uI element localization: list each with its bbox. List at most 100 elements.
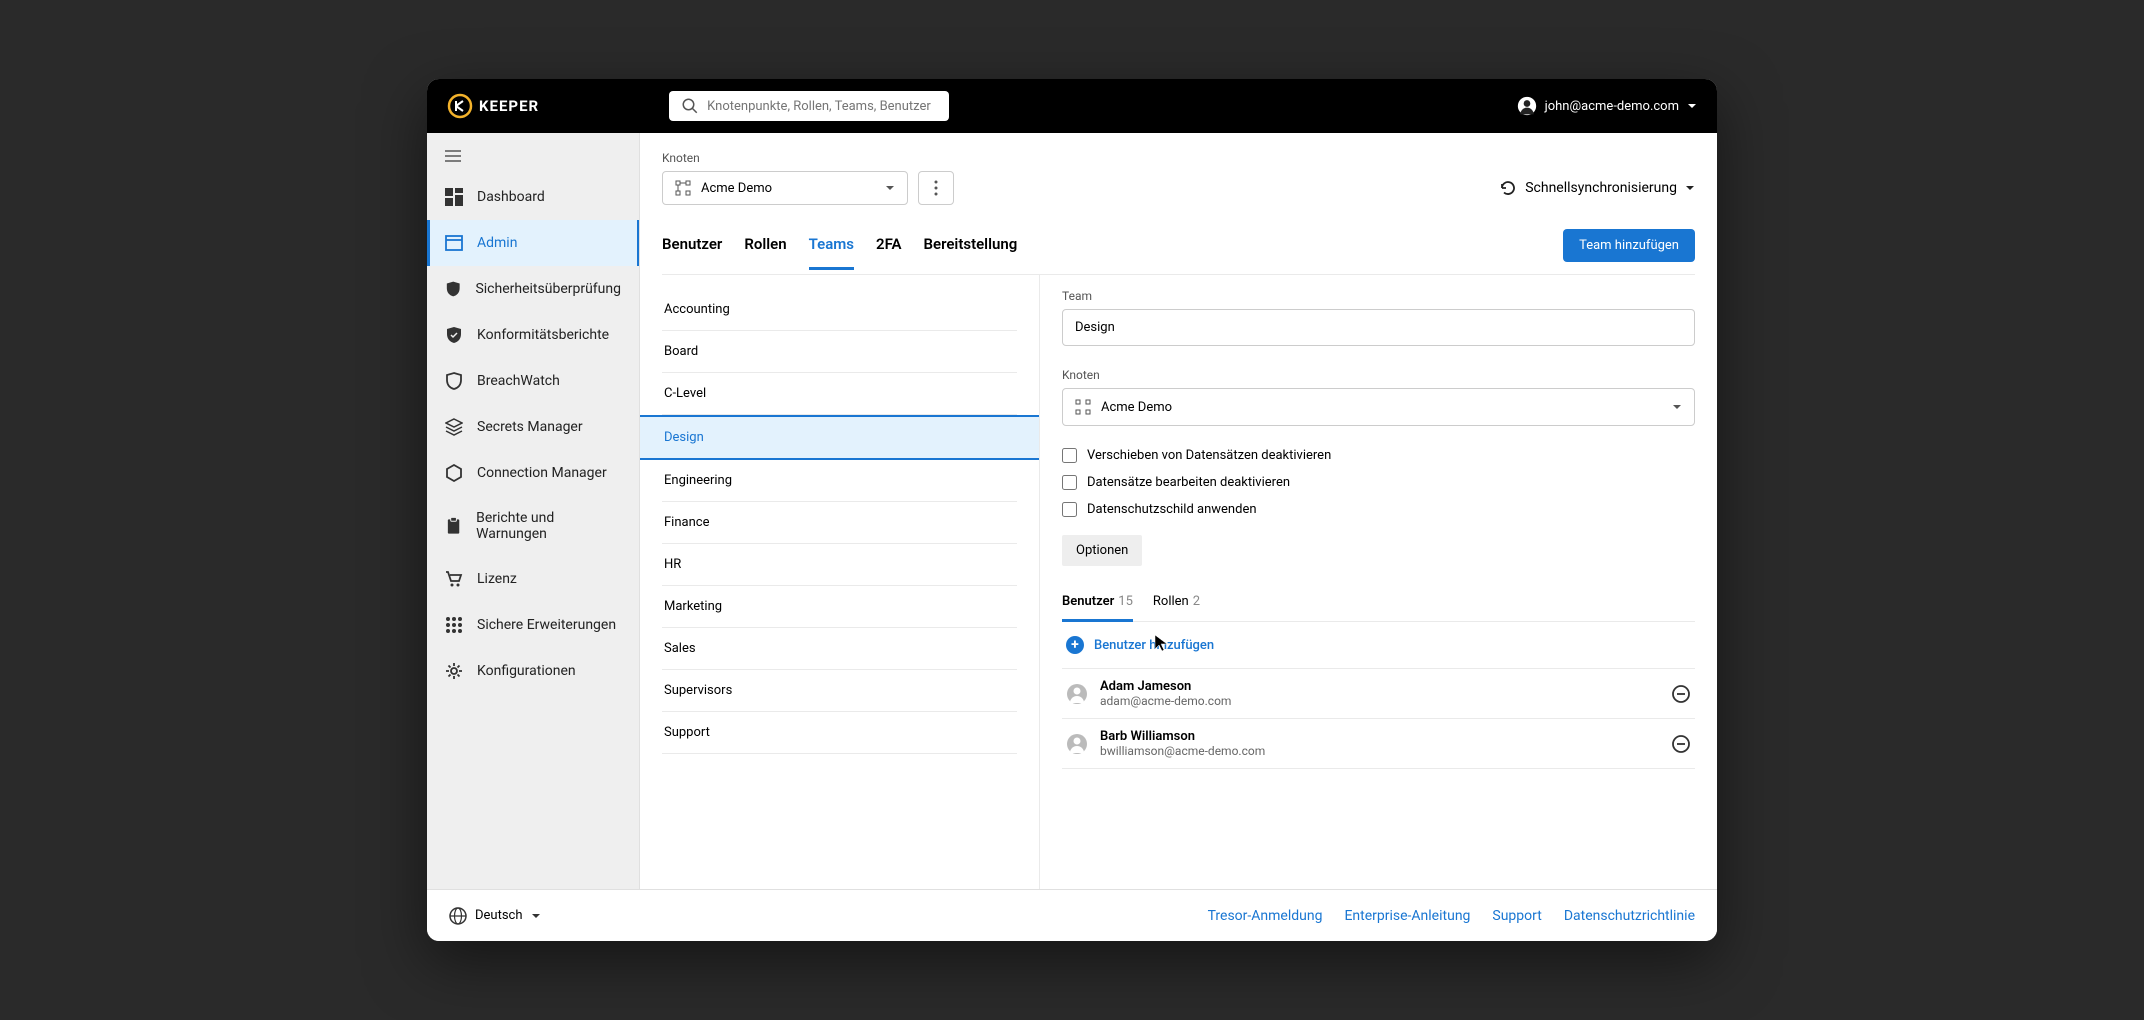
account-email: john@acme-demo.com	[1545, 99, 1679, 114]
remove-user-button[interactable]	[1671, 734, 1691, 754]
checkbox-privacy-shield[interactable]	[1062, 502, 1077, 517]
tab-2fa[interactable]: 2FA	[876, 235, 902, 269]
sidebar-item-label: Konfigurationen	[477, 663, 576, 679]
add-user-button[interactable]: + Benutzer hinzufügen	[1062, 622, 1695, 669]
hamburger-button[interactable]	[427, 133, 639, 174]
detail-node-value: Acme Demo	[1101, 400, 1172, 415]
team-item[interactable]: HR	[662, 544, 1017, 586]
checkbox-disable-edit[interactable]	[1062, 475, 1077, 490]
checkbox-row[interactable]: Datensätze bearbeiten deaktivieren	[1062, 475, 1695, 490]
checkbox-label: Datenschutzschild anwenden	[1087, 502, 1257, 517]
sub-tab-count: 15	[1118, 594, 1133, 609]
team-item[interactable]: Engineering	[662, 460, 1017, 502]
plus-circle-icon: +	[1066, 636, 1084, 654]
sidebar-item-breachwatch[interactable]: BreachWatch	[427, 358, 639, 404]
content-header: Knoten Acme Demo	[640, 133, 1717, 275]
footer-link-privacy[interactable]: Datenschutzrichtlinie	[1564, 908, 1695, 924]
team-item[interactable]: Board	[662, 331, 1017, 373]
app-window: KEEPER john@acme-demo.com Dashboard	[427, 79, 1717, 941]
remove-user-button[interactable]	[1671, 684, 1691, 704]
team-item[interactable]: C-Level	[662, 373, 1017, 415]
quick-sync-button[interactable]: Schnellsynchronisierung	[1499, 179, 1695, 197]
sidebar-item-secrets[interactable]: Secrets Manager	[427, 404, 639, 450]
checkbox-disable-move[interactable]	[1062, 448, 1077, 463]
sidebar-item-label: Dashboard	[477, 189, 545, 205]
footer-links: Tresor-Anmeldung Enterprise-Anleitung Su…	[1208, 908, 1695, 924]
detail-node-label: Knoten	[1062, 368, 1695, 382]
team-item[interactable]: Supervisors	[662, 670, 1017, 712]
sidebar-item-compliance[interactable]: Konformitätsberichte	[427, 312, 639, 358]
sidebar-item-extensions[interactable]: Sichere Erweiterungen	[427, 602, 639, 648]
org-icon	[675, 180, 691, 196]
chevron-down-icon	[531, 911, 541, 921]
main-tabs: Benutzer Rollen Teams 2FA Bereitstellung	[662, 235, 1017, 269]
node-select[interactable]: Acme Demo	[662, 171, 908, 205]
content-pane: Knoten Acme Demo	[640, 133, 1717, 889]
team-item[interactable]: Sales	[662, 628, 1017, 670]
language-switch[interactable]: Deutsch	[449, 907, 541, 925]
sidebar-item-dashboard[interactable]: Dashboard	[427, 174, 639, 220]
footer-link-vault[interactable]: Tresor-Anmeldung	[1208, 908, 1323, 924]
tab-roles[interactable]: Rollen	[744, 235, 786, 269]
search-field[interactable]	[669, 91, 949, 121]
sub-tab-users[interactable]: Benutzer 15	[1062, 594, 1133, 622]
checkbox-row[interactable]: Verschieben von Datensätzen deaktivieren	[1062, 448, 1695, 463]
team-item[interactable]: Marketing	[662, 586, 1017, 628]
account-icon	[1517, 96, 1537, 116]
brand-name: KEEPER	[479, 97, 539, 115]
user-name: Adam Jameson	[1100, 679, 1659, 694]
tab-teams[interactable]: Teams	[809, 235, 854, 270]
sidebar-item-security[interactable]: Sicherheitsüberprüfung	[427, 266, 639, 312]
sidebar-item-label: Sichere Erweiterungen	[477, 617, 616, 633]
team-list: Accounting Board C-Level Design Engineer…	[640, 275, 1040, 889]
search-icon	[681, 97, 699, 115]
hex-icon	[445, 464, 463, 482]
options-button[interactable]: Optionen	[1062, 535, 1142, 566]
footer-link-support[interactable]: Support	[1492, 908, 1541, 924]
sidebar-item-label: Berichte und Warnungen	[476, 510, 621, 542]
chevron-down-icon	[1672, 402, 1682, 412]
team-item[interactable]: Design	[640, 415, 1039, 460]
sidebar-item-label: Secrets Manager	[477, 419, 583, 435]
footer-link-enterprise[interactable]: Enterprise-Anleitung	[1344, 908, 1470, 924]
tab-users[interactable]: Benutzer	[662, 235, 722, 269]
team-field-label: Team	[1062, 289, 1695, 303]
sidebar-item-label: Sicherheitsüberprüfung	[475, 281, 621, 297]
chevron-down-icon	[885, 183, 895, 193]
checkbox-row[interactable]: Datenschutzschild anwenden	[1062, 502, 1695, 517]
detail-node-select[interactable]: Acme Demo	[1062, 388, 1695, 426]
sidebar-item-connection[interactable]: Connection Manager	[427, 450, 639, 496]
kebab-button[interactable]	[918, 171, 954, 205]
user-name: Barb Williamson	[1100, 729, 1659, 744]
sub-tab-label: Rollen	[1153, 594, 1189, 611]
sidebar-item-config[interactable]: Konfigurationen	[427, 648, 639, 694]
team-item[interactable]: Support	[662, 712, 1017, 754]
search-input[interactable]	[707, 99, 937, 114]
add-team-button[interactable]: Team hinzufügen	[1563, 229, 1695, 262]
team-name-input[interactable]	[1062, 309, 1695, 346]
org-icon	[1075, 399, 1091, 415]
detail-pane: Team Knoten Acme Demo Verschieben von Da…	[1040, 275, 1717, 889]
refresh-icon	[1499, 179, 1517, 197]
quick-sync-label: Schnellsynchronisierung	[1525, 180, 1677, 196]
clipboard-icon	[445, 517, 462, 535]
team-item[interactable]: Finance	[662, 502, 1017, 544]
sub-tab-roles[interactable]: Rollen 2	[1153, 594, 1200, 621]
sidebar-item-label: Admin	[477, 235, 517, 251]
dashboard-icon	[445, 188, 463, 206]
sub-tab-label: Benutzer	[1062, 594, 1114, 609]
sidebar-item-license[interactable]: Lizenz	[427, 556, 639, 602]
sidebar-item-label: Lizenz	[477, 571, 517, 587]
sidebar-item-reports[interactable]: Berichte und Warnungen	[427, 496, 639, 556]
add-user-label: Benutzer hinzufügen	[1094, 638, 1214, 653]
avatar-icon	[1066, 733, 1088, 755]
account-menu[interactable]: john@acme-demo.com	[1517, 96, 1697, 116]
sidebar: Dashboard Admin Sicherheitsüberprüfung K…	[427, 133, 640, 889]
checkbox-label: Datensätze bearbeiten deaktivieren	[1087, 475, 1290, 490]
team-item[interactable]: Accounting	[662, 289, 1017, 331]
sidebar-item-admin[interactable]: Admin	[427, 220, 639, 266]
avatar-icon	[1066, 683, 1088, 705]
tab-provisioning[interactable]: Bereitstellung	[924, 235, 1018, 269]
grid-icon	[445, 616, 463, 634]
kebab-icon	[934, 180, 938, 196]
